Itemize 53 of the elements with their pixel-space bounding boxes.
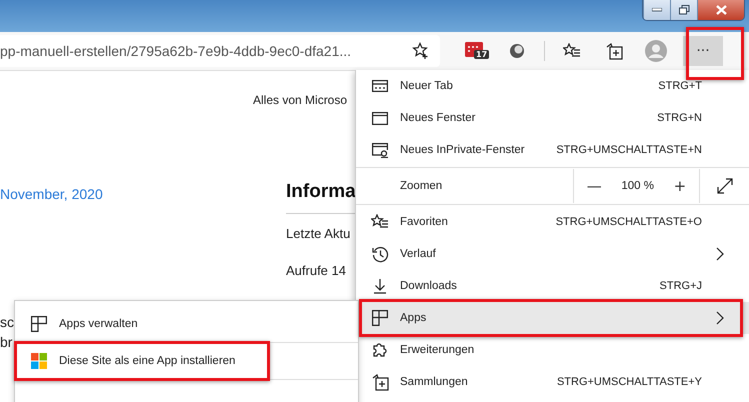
menu-item[interactable]: Neues InPrivate-Fenster STRG+UMSCHALTTASTE+N <box>356 134 749 166</box>
shortcut-text: STRG+UMSCHALTTASTE+O <box>556 216 702 228</box>
puzzle-icon <box>372 342 388 358</box>
menu-item[interactable]: Downloads STRG+J <box>356 270 749 302</box>
menu-item[interactable]: Erweiterungen <box>356 334 749 366</box>
calendar-badge: 17 <box>474 50 490 59</box>
header-text: Alles von Microso <box>253 93 348 107</box>
close-icon <box>716 5 726 15</box>
download-icon <box>373 278 387 294</box>
body-text: sc <box>0 313 14 332</box>
collections-icon <box>372 374 388 390</box>
minimize-icon <box>652 8 662 12</box>
private-window-icon <box>372 142 388 158</box>
address-bar[interactable]: pp-manuell-erstellen/2795a62b-7e9b-4ddb-9ec0-dfa21... <box>0 35 440 67</box>
window-icon <box>372 112 388 124</box>
close-button[interactable] <box>697 0 744 20</box>
shortcut-text: STRG+J <box>660 280 702 292</box>
add-favorite-icon[interactable] <box>412 42 430 60</box>
expand-icon <box>717 178 733 194</box>
shortcut-text: STRG+UMSCHALTTASTE+N <box>556 144 702 156</box>
chevron-right-icon <box>716 311 724 325</box>
menu-item[interactable]: Sammlungen STRG+UMSCHALTTASTE+Y <box>356 366 749 398</box>
menu-item[interactable]: Verlauf <box>356 238 749 270</box>
shortcut-text: STRG+N <box>657 112 702 124</box>
shortcut-text: STRG+UMSCHALTTASTE+Y <box>556 376 702 388</box>
windows-logo-icon <box>31 353 47 369</box>
apps-icon <box>372 310 388 326</box>
menu-item[interactable]: Neues Fenster STRG+N <box>356 102 749 134</box>
tab-icon <box>372 80 388 92</box>
info-text: Letzte Aktu <box>286 226 352 241</box>
minimize-button[interactable] <box>643 0 670 20</box>
collections-icon[interactable] <box>606 42 622 60</box>
zoom-label: Zoomen <box>399 179 444 194</box>
chevron-right-icon <box>716 247 724 261</box>
shortcut-text: STRG+T <box>658 80 702 92</box>
zoom-out-button[interactable]: — <box>580 177 608 195</box>
url-text: pp-manuell-erstellen/2795a62b-7e9b-4ddb-9ec0-dfa21... <box>0 43 352 59</box>
more-button[interactable]: ··· <box>683 36 723 66</box>
date-link[interactable]: November, 2020 <box>0 186 286 214</box>
clock-icon <box>372 246 388 262</box>
zoom-value: 100 % <box>621 180 654 192</box>
menu-item[interactable]: Diese Site als eine App installieren <box>15 344 358 378</box>
info-text: Aufrufe 14 <box>286 263 347 278</box>
menu-item[interactable]: Apps verwalten <box>15 307 358 341</box>
favorites-icon[interactable] <box>563 43 581 59</box>
zoom-in-button[interactable]: + <box>668 177 692 195</box>
star-list-icon <box>371 214 389 230</box>
restore-button[interactable] <box>670 0 697 20</box>
restore-icon <box>678 5 690 15</box>
menu-item[interactable]: Neuer Tab STRG+T <box>356 70 749 102</box>
body-text: br <box>0 333 12 352</box>
circle-extension-icon[interactable] <box>509 43 525 59</box>
apps-icon <box>31 316 47 332</box>
